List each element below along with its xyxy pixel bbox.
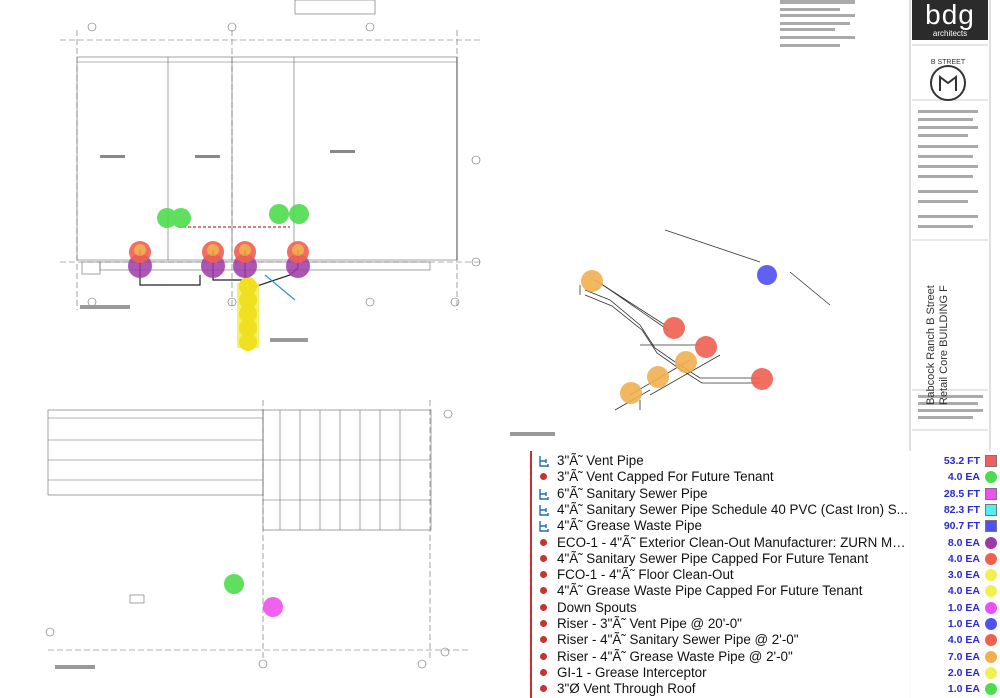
project-subtitle: Retail Core BUILDING F (938, 285, 950, 405)
seal-icon: B STREET (930, 59, 966, 101)
legend-label: ECO-1 - 4"Ã˜ Exterior Clean-Out Manufact… (557, 534, 909, 550)
legend-label: 4"Ã˜ Sanitary Sewer Pipe Schedule 40 PVC… (557, 501, 908, 517)
project-name: Babcock Ranch B Street (925, 285, 937, 405)
legend-row[interactable]: Riser - 4"Ã˜ Sanitary Sewer Pipe @ 2'-0"… (532, 632, 1000, 648)
downspout-marker (263, 597, 283, 617)
bottom-floor-plan (45, 400, 470, 669)
isometric-diagram (579, 229, 831, 411)
legend-row[interactable]: 4"Ã˜ Grease Waste Pipe 90.7 FT (532, 518, 1000, 534)
count-bullet-icon (540, 620, 547, 627)
legend-color-swatch (985, 618, 997, 630)
pipe-run-icon (539, 504, 549, 516)
legend-color-swatch (985, 471, 997, 484)
count-bullet-icon (540, 636, 547, 644)
plan-labels (55, 150, 555, 669)
legend-quantity: 4.0 EA (947, 471, 980, 484)
legend-label: Down Spouts (557, 599, 637, 615)
legend-quantity: 53.2 FT (943, 455, 980, 467)
legend-row[interactable]: 3"Ã˜ Vent Pipe 53.2 FT (532, 453, 1000, 469)
legend-color-swatch (985, 601, 997, 614)
legend-quantity: 1.0 EA (947, 683, 980, 696)
pipe-run-icon (539, 456, 549, 467)
legend-quantity: 90.7 FT (943, 520, 980, 533)
firm-logo-text: bdg (925, 0, 975, 30)
legend-label: 4"Ã˜ Sanitary Sewer Pipe Capped For Futu… (557, 550, 869, 566)
legend-color-swatch (985, 455, 997, 467)
legend-quantity: 4.0 EA (947, 552, 980, 565)
legend-label: 3"Ã˜ Vent Pipe (557, 453, 644, 468)
legend-color-swatch (985, 634, 997, 647)
count-bullet-icon (540, 554, 547, 562)
count-bullet-icon (540, 652, 547, 660)
legend-row[interactable]: GI-1 - Grease Interceptor 2.0 EA (532, 665, 1000, 681)
count-bullet-icon (540, 603, 547, 611)
legend-color-swatch (985, 552, 997, 565)
legend-label: Riser - 3"Ã˜ Vent Pipe @ 20'-0" (557, 616, 742, 631)
legend-label: 3"Ã˜ Vent Capped For Future Tenant (557, 469, 774, 485)
firm-logo-subtext: architects (932, 29, 968, 38)
legend-row[interactable]: 6"Ã˜ Sanitary Sewer Pipe 28.5 FT (532, 486, 1000, 502)
count-bullet-icon (540, 473, 547, 481)
legend-row[interactable]: FCO-1 - 4"Ã˜ Floor Clean-Out 3.0 EA (532, 567, 1000, 583)
legend-row[interactable]: 3"Ø Vent Through Roof 1.0 EA (532, 681, 1000, 697)
legend-label: 3"Ø Vent Through Roof (557, 681, 696, 697)
count-bullet-icon (540, 668, 547, 676)
count-bullet-icon (540, 685, 547, 693)
legend-color-swatch (985, 650, 997, 663)
legend-color-swatch (985, 536, 997, 549)
count-bullet-icon (540, 538, 547, 546)
legend-label: Riser - 4"Ã˜ Sanitary Sewer Pipe @ 2'-0" (557, 632, 799, 648)
legend-quantity: 7.0 EA (947, 650, 980, 663)
legend-quantity: 1.0 EA (947, 618, 980, 630)
pipe-run-icon (539, 488, 549, 500)
legend-color-swatch (985, 520, 997, 533)
legend-label: FCO-1 - 4"Ã˜ Floor Clean-Out (557, 567, 734, 583)
seal-text: B STREET (931, 59, 966, 66)
count-bullet-icon (540, 587, 547, 595)
legend-label: Riser - 4"Ã˜ Grease Waste Pipe @ 2'-0" (557, 648, 793, 664)
legend-row[interactable]: 4"Ã˜ Sanitary Sewer Pipe Capped For Futu… (532, 551, 1000, 567)
project-title: Babcock Ranch B Street Retail Core BUILD… (925, 245, 955, 405)
legend-row[interactable]: Down Spouts 1.0 EA (532, 600, 1000, 616)
legend-row[interactable]: 3"Ã˜ Vent Capped For Future Tenant 4.0 EA (532, 469, 1000, 485)
legend-label: 6"Ã˜ Sanitary Sewer Pipe (557, 485, 708, 501)
legend-label: 4"Ã˜ Grease Waste Pipe Capped For Future… (557, 583, 863, 599)
legend-color-swatch (985, 666, 997, 679)
count-bullet-icon (540, 571, 547, 579)
legend-row[interactable]: 4"Ã˜ Grease Waste Pipe Capped For Future… (532, 583, 1000, 599)
legend-label: GI-1 - Grease Interceptor (557, 664, 707, 680)
vent-markers (157, 204, 309, 594)
legend-row[interactable]: Riser - 3"Ã˜ Vent Pipe @ 20'-0" 1.0 EA (532, 616, 1000, 632)
legend-quantity: 28.5 FT (943, 487, 980, 500)
legend-quantity: 1.0 EA (947, 601, 980, 614)
legend-quantity: 8.0 EA (947, 536, 980, 549)
legend-color-swatch (985, 569, 997, 582)
legend-quantity: 2.0 EA (947, 666, 980, 679)
legend-color-swatch (985, 585, 997, 598)
legend-row[interactable]: ECO-1 - 4"Ã˜ Exterior Clean-Out Manufact… (532, 535, 1000, 551)
legend-quantity: 4.0 EA (947, 585, 980, 598)
legend-color-swatch (985, 487, 997, 500)
legend-label: 4"Ã˜ Grease Waste Pipe (557, 518, 702, 534)
legend-quantity: 3.0 EA (947, 569, 980, 582)
takeoff-legend: 3"Ã˜ Vent Pipe 53.2 FT 3"Ã˜ Vent Capped Fo… (530, 451, 1000, 698)
legend-color-swatch (985, 683, 997, 696)
legend-color-swatch (985, 503, 997, 516)
firm-logo: bdg architects (912, 0, 988, 40)
legend-row[interactable]: Riser - 4"Ã˜ Grease Waste Pipe @ 2'-0" 7.… (532, 649, 1000, 665)
legend-quantity: 82.3 FT (943, 503, 980, 516)
grease-interceptor-area (237, 277, 259, 351)
pipe-run-icon (539, 521, 549, 533)
legend-quantity: 4.0 EA (947, 634, 980, 647)
legend-row[interactable]: 4"Ã˜ Sanitary Sewer Pipe Schedule 40 PVC… (532, 502, 1000, 518)
